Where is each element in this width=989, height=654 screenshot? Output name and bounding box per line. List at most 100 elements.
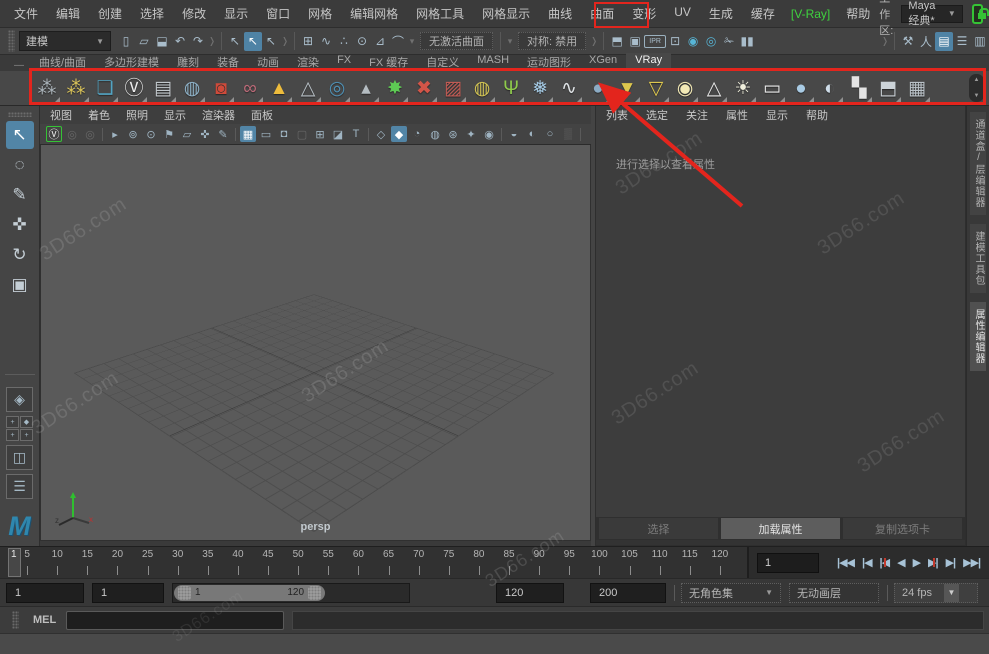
- shelf-icon-disc-light[interactable]: ◎: [323, 74, 351, 103]
- layout-mini-button[interactable]: +: [6, 416, 19, 428]
- unknown-a-icon[interactable]: ◎: [64, 126, 80, 142]
- anim-layer-dropdown[interactable]: 无动画层: [789, 583, 879, 603]
- unknown-b-icon[interactable]: ◎: [82, 126, 98, 142]
- gate-mask-icon[interactable]: ◘: [276, 126, 292, 142]
- animation-start-field[interactable]: 1: [6, 583, 84, 603]
- play-backwards-button[interactable]: ◀: [893, 556, 908, 569]
- hypershade-icon[interactable]: ◉: [684, 32, 702, 51]
- step-forward-frame-button[interactable]: ▶|: [942, 556, 960, 569]
- save-scene-icon[interactable]: ⬓: [153, 32, 171, 51]
- shelf-icon-volume-grid[interactable]: ▲: [265, 74, 293, 103]
- attr-menu-关注[interactable]: 关注: [686, 107, 708, 123]
- shelf-icon-fur[interactable]: Ψ: [497, 74, 525, 103]
- shelf-tab-多边形建模[interactable]: 多边形建模: [95, 53, 168, 71]
- shelf-icon-blend-material[interactable]: ●: [584, 74, 612, 103]
- attr-menu-帮助[interactable]: 帮助: [806, 107, 828, 123]
- menu-item[interactable]: 窗口: [257, 5, 299, 22]
- shelf-icon-rect-light[interactable]: ▭: [758, 74, 786, 103]
- vray-vfb-icon[interactable]: Ⓥ: [46, 126, 62, 142]
- grip-handle[interactable]: [12, 611, 19, 629]
- shelf-tab-MASH[interactable]: MASH: [468, 53, 518, 71]
- wireframe-mode-icon[interactable]: ◇: [373, 126, 389, 142]
- grip-handle[interactable]: [8, 112, 32, 117]
- resolution-gate-icon[interactable]: ▭: [258, 126, 274, 142]
- scale-tool-icon[interactable]: ▣: [6, 271, 34, 299]
- go-to-end-button[interactable]: ▶▶|: [959, 556, 984, 569]
- grease-pencil-icon[interactable]: ✎: [215, 126, 231, 142]
- select-component-icon[interactable]: ↖: [262, 32, 280, 51]
- snap-curve-icon[interactable]: ∿: [317, 32, 335, 51]
- camera-attributes-icon[interactable]: ⊙: [143, 126, 159, 142]
- shelf-tab-曲线/曲面[interactable]: 曲线/曲面: [30, 53, 95, 71]
- snap-point-icon[interactable]: ∴: [335, 32, 353, 51]
- attribute-editor-toggle-icon[interactable]: ☰: [953, 32, 971, 51]
- shelf-icon-render-settings[interactable]: ▦: [903, 74, 931, 103]
- no-lighting-icon[interactable]: ○: [542, 126, 558, 142]
- shelf-icon-decal[interactable]: ▨: [439, 74, 467, 103]
- menu-set-dropdown[interactable]: 建模 ▼: [19, 31, 111, 51]
- snap-grid-icon[interactable]: ⊞: [299, 32, 317, 51]
- shelf-icon-mesh-light[interactable]: △: [294, 74, 322, 103]
- layout-two-pane-button[interactable]: ◫: [6, 445, 33, 470]
- all-lights-icon[interactable]: ◍: [427, 126, 443, 142]
- default-lighting-icon[interactable]: ◒: [506, 126, 522, 142]
- hud-icon[interactable]: T: [348, 126, 364, 142]
- menu-item[interactable]: 变形: [623, 5, 665, 22]
- pan-zoom-icon[interactable]: ✜: [197, 126, 213, 142]
- shelf-scrollbar[interactable]: ▲ ▼: [969, 74, 984, 102]
- current-frame-field[interactable]: 1: [757, 553, 819, 573]
- safe-title-icon[interactable]: ◪: [330, 126, 346, 142]
- workspace-lock-icon[interactable]: [972, 4, 983, 24]
- shelf-tab-自定义[interactable]: 自定义: [417, 53, 468, 71]
- pause-icon[interactable]: ▮▮: [738, 32, 756, 51]
- shelf-tab-XGen[interactable]: XGen: [580, 53, 626, 71]
- shelf-tab-FX[interactable]: FX: [328, 53, 360, 71]
- scroll-down-icon[interactable]: ▼: [974, 93, 980, 99]
- arrow-down-icon[interactable]: ▾: [407, 32, 417, 51]
- menu-item[interactable]: 编辑网格: [341, 5, 407, 22]
- layout-mini-button[interactable]: +: [6, 429, 19, 441]
- shelf-icon-create-proxy[interactable]: ⁂: [33, 74, 61, 103]
- character-set-dropdown[interactable]: 无角色集 ▼: [681, 583, 781, 603]
- shelf-icon-area-lamp[interactable]: ▼: [613, 74, 641, 103]
- viewport-menu-着色[interactable]: 着色: [88, 107, 120, 123]
- textured-mode-icon[interactable]: ◔: [409, 126, 425, 142]
- channel-box-toggle-icon[interactable]: ▤: [935, 32, 953, 51]
- viewport-menu-显示[interactable]: 显示: [164, 107, 196, 123]
- shelf-icon-scene-manager[interactable]: ❏: [91, 74, 119, 103]
- new-scene-icon[interactable]: ▯: [117, 32, 135, 51]
- shelf-icon-checker-map[interactable]: ▚: [845, 74, 873, 103]
- select-camera-icon[interactable]: ▸: [107, 126, 123, 142]
- shelf-icon-cone-geometry[interactable]: ▴: [352, 74, 380, 103]
- image-plane-icon[interactable]: ▱: [179, 126, 195, 142]
- layout-mini-button[interactable]: ◆: [20, 416, 33, 428]
- command-language-toggle[interactable]: MEL: [33, 614, 56, 626]
- menu-item[interactable]: 生成: [700, 5, 742, 22]
- menu-item[interactable]: 修改: [173, 5, 215, 22]
- field-symmetry[interactable]: 对称: 禁用: [518, 32, 586, 50]
- shelf-menu-icon[interactable]: —: [8, 60, 30, 71]
- viewport-menu-面板[interactable]: 面板: [251, 107, 283, 123]
- attr-menu-显示[interactable]: 显示: [766, 107, 788, 123]
- shaded-mode-icon[interactable]: ◆: [391, 126, 407, 142]
- shelf-icon-displacement[interactable]: ∞: [236, 74, 264, 103]
- redo-icon[interactable]: ↷: [189, 32, 207, 51]
- ambient-occlusion-icon[interactable]: ✦: [463, 126, 479, 142]
- fps-dropdown[interactable]: 24 fps ▼: [894, 583, 978, 603]
- shelf-tab-雕刻[interactable]: 雕刻: [168, 53, 208, 71]
- range-handle-left[interactable]: [178, 586, 191, 600]
- attr-menu-选定[interactable]: 选定: [646, 107, 668, 123]
- shelf-icon-clipper[interactable]: ✖: [410, 74, 438, 103]
- range-handle-right[interactable]: [308, 586, 321, 600]
- expander-icon[interactable]: ❭: [589, 32, 599, 51]
- shelf-icon-sphere-light[interactable]: ◉: [671, 74, 699, 103]
- shelf-tab-运动图形[interactable]: 运动图形: [518, 53, 580, 71]
- render-settings-clap-icon[interactable]: ⊡: [666, 32, 684, 51]
- render-current-frame-icon[interactable]: ▣: [626, 32, 644, 51]
- menu-item[interactable]: UV: [665, 5, 700, 22]
- shelf-icon-two-sided-material[interactable]: ◐: [816, 74, 844, 103]
- menu-vray[interactable]: [V-Ray]: [784, 7, 837, 21]
- grip-handle[interactable]: [8, 30, 15, 52]
- sidebar-tab-建模工具包[interactable]: 建模工具包: [970, 224, 986, 293]
- undo-icon[interactable]: ↶: [171, 32, 189, 51]
